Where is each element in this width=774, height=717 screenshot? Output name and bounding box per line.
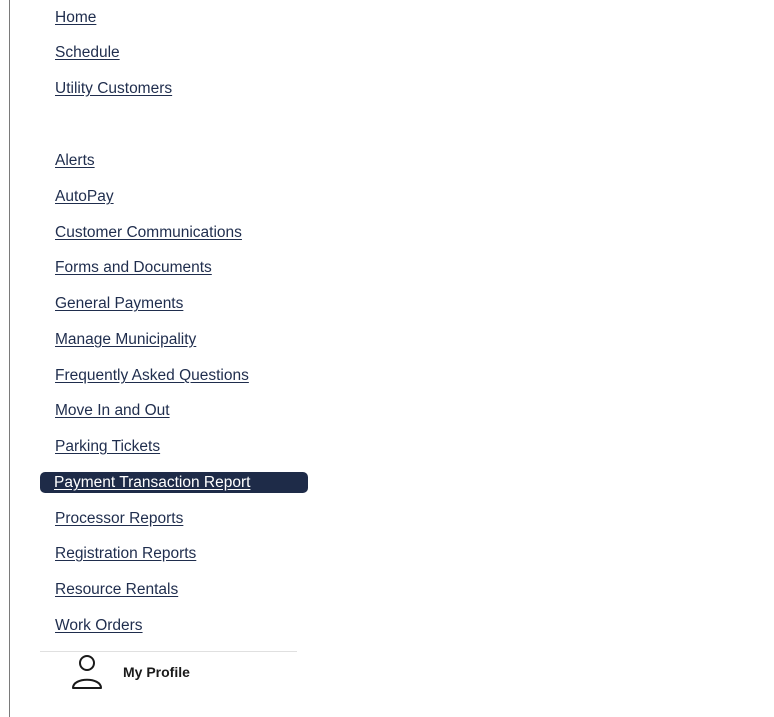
nav-link-forms-and-documents[interactable]: Forms and Documents xyxy=(55,259,212,277)
nav-link-work-orders[interactable]: Work Orders xyxy=(55,617,143,635)
nav-link-registration-reports[interactable]: Registration Reports xyxy=(55,545,196,563)
nav-link-customer-communications[interactable]: Customer Communications xyxy=(55,224,242,242)
nav-link-manage-municipality[interactable]: Manage Municipality xyxy=(55,331,196,349)
nav-link-utility-customers[interactable]: Utility Customers xyxy=(55,80,172,98)
nav-link-parking-tickets[interactable]: Parking Tickets xyxy=(55,438,160,456)
nav-link-schedule[interactable]: Schedule xyxy=(55,44,120,62)
nav-link-home[interactable]: Home xyxy=(55,9,96,27)
my-profile-label: My Profile xyxy=(123,664,190,680)
nav-link-processor-reports[interactable]: Processor Reports xyxy=(55,510,183,528)
nav-link-resource-rentals[interactable]: Resource Rentals xyxy=(55,581,178,599)
sidebar-menu: Home Schedule Utility Customers Alerts A… xyxy=(0,0,774,717)
sidebar-border xyxy=(9,0,10,717)
nav-link-faq[interactable]: Frequently Asked Questions xyxy=(55,367,249,385)
my-profile-link[interactable]: My Profile xyxy=(70,652,190,692)
nav-link-general-payments[interactable]: General Payments xyxy=(55,295,183,313)
nav-link-payment-transaction-report[interactable]: Payment Transaction Report xyxy=(40,472,308,493)
nav-link-autopay[interactable]: AutoPay xyxy=(55,188,114,206)
user-icon xyxy=(70,653,104,691)
nav-link-move-in-and-out[interactable]: Move In and Out xyxy=(55,402,170,420)
nav-link-alerts[interactable]: Alerts xyxy=(55,152,95,170)
